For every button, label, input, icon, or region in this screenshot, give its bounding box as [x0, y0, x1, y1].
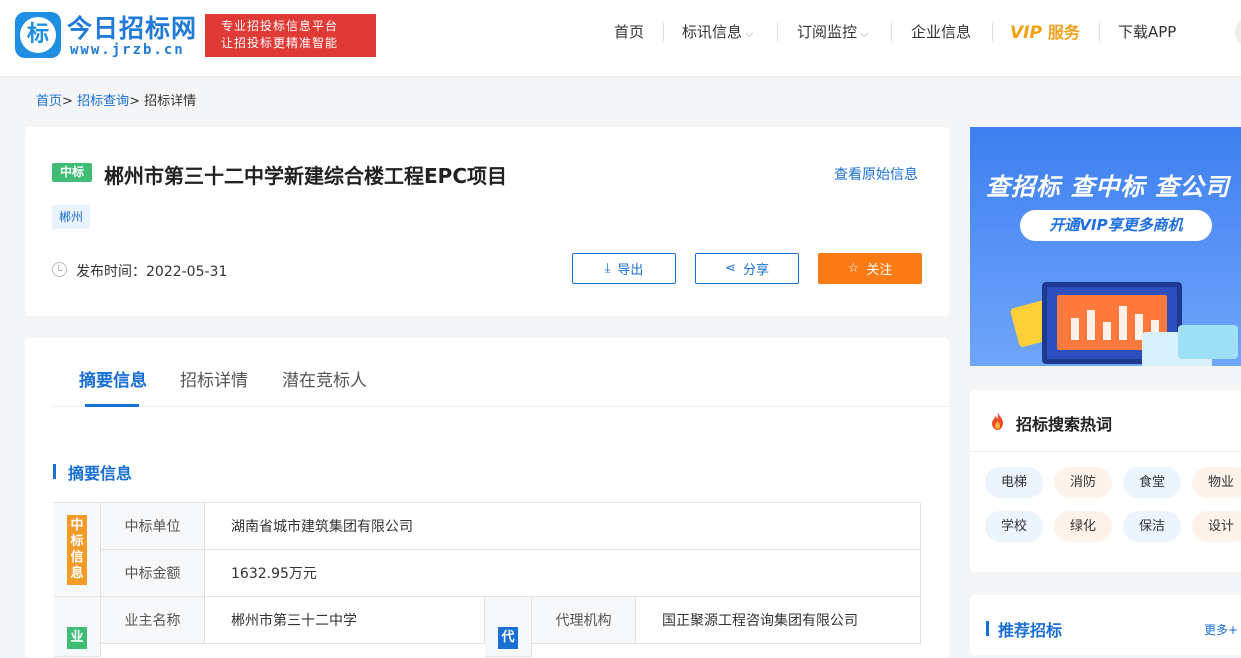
avatar[interactable]	[1235, 18, 1241, 48]
vip-promo-banner[interactable]: 查招标 查中标 查公司 开通VIP享更多商机	[970, 127, 1241, 366]
decor-panel-icon	[1178, 325, 1238, 359]
chevron-down-icon: ⌵	[745, 27, 754, 40]
share-label: 分享	[742, 263, 769, 278]
breadcrumb-current: 招标详情	[144, 94, 197, 109]
owner-value: 郴州市第三十二中学	[205, 597, 485, 644]
hot-keyword-chip[interactable]: 食堂	[1123, 467, 1181, 498]
nav-company[interactable]: 企业信息	[911, 21, 971, 42]
tender-content-card: 摘要信息 招标详情 潜在竞标人 摘要信息 中标信息 中标单位 湖南省城市建筑集团…	[25, 338, 949, 658]
agent-label: 代理机构	[532, 597, 636, 644]
hot-keyword-chip[interactable]: 消防	[1054, 467, 1112, 498]
owner-label: 业主名称	[101, 597, 205, 644]
banner-cta[interactable]: 开通VIP享更多商机	[1020, 210, 1212, 241]
agent-group-tag: 代	[498, 627, 518, 649]
decor-bar	[1087, 310, 1095, 340]
logo-icon[interactable]: 标	[15, 12, 61, 58]
vip-service-label: 服务	[1047, 23, 1080, 42]
nav-subscribe[interactable]: 订阅监控 ⌵	[797, 21, 868, 42]
nav-divider	[891, 23, 892, 41]
follow-label: 关注	[866, 263, 893, 278]
recommend-box: 推荐招标 更多+	[970, 595, 1241, 655]
hot-keyword-chip[interactable]: 电梯	[985, 467, 1043, 498]
tab-competitors[interactable]: 潜在竞标人	[282, 366, 367, 391]
tab-divider	[53, 406, 949, 407]
page-title: 郴州市第三十二中学新建综合楼工程EPC项目	[104, 164, 507, 188]
nav-divider	[1099, 23, 1100, 41]
download-icon: ⤓	[604, 261, 611, 276]
divider	[970, 451, 1241, 452]
hot-keywords-title: 招标搜索热词	[1016, 415, 1113, 434]
nav-home[interactable]: 首页	[614, 21, 644, 42]
summary-table: 中标信息 中标单位 湖南省城市建筑集团有限公司 中标金额 1632.95万元 业…	[53, 502, 921, 657]
recommend-more-link[interactable]: 更多+	[1204, 621, 1238, 638]
tab-summary[interactable]: 摘要信息	[79, 366, 147, 391]
slogan-line-1: 专业招投标信息平台	[221, 19, 339, 33]
follow-button[interactable]: ☆ 关注	[818, 253, 922, 284]
nav-divider	[777, 23, 778, 41]
owner-group-tag: 业	[67, 627, 87, 649]
breadcrumb: 首页> 招标查询> 招标详情	[36, 90, 196, 109]
star-icon: ☆	[847, 261, 860, 276]
clock-icon	[52, 262, 67, 277]
active-tab-indicator	[85, 404, 139, 407]
breadcrumb-home[interactable]: 首页	[36, 94, 62, 109]
breadcrumb-search[interactable]: 招标查询	[77, 94, 129, 109]
nav-vip-service[interactable]: VIP 服务	[1010, 19, 1080, 43]
tender-header-card: 中标 郴州市第三十二中学新建综合楼工程EPC项目 查看原始信息 郴州 发布时间：…	[25, 127, 949, 316]
status-badge: 中标	[52, 163, 92, 182]
share-button[interactable]: ⋖ 分享	[695, 253, 799, 284]
hot-keyword-chip[interactable]: 绿化	[1054, 511, 1112, 542]
region-tag[interactable]: 郴州	[52, 205, 90, 229]
hot-keyword-chip[interactable]: 保洁	[1123, 511, 1181, 542]
win-group-cell: 中标信息	[54, 503, 101, 597]
agent-value: 国正聚源工程咨询集团有限公司	[636, 597, 921, 644]
decor-bar	[1103, 322, 1111, 340]
nav-bid-info-label: 标讯信息	[682, 23, 743, 41]
recommend-title: 推荐招标	[998, 621, 1063, 640]
flame-icon	[992, 412, 1003, 430]
amount-label: 中标金额	[101, 550, 205, 597]
breadcrumb-separator: >	[62, 94, 73, 109]
winner-value: 湖南省城市建筑集团有限公司	[205, 503, 921, 550]
decor-bar	[1119, 306, 1127, 340]
hot-keywords-box: 招标搜索热词 电梯 消防 食堂 物业 学校 绿化 保洁 设计	[970, 390, 1241, 572]
nav-divider	[992, 23, 993, 41]
top-header: 标 今日招标网 www.jrzb.cn 专业招投标信息平台 让招投标更精准智能 …	[0, 0, 1241, 76]
win-group-tag: 中标信息	[67, 514, 87, 585]
section-title: 摘要信息	[53, 460, 132, 484]
hot-keyword-chip[interactable]: 学校	[985, 511, 1043, 542]
nav-subscribe-label: 订阅监控	[797, 23, 858, 41]
vip-word: VIP	[1010, 23, 1042, 43]
export-button[interactable]: ⤓ 导出	[572, 253, 676, 284]
nav-bid-info[interactable]: 标讯信息 ⌵	[682, 21, 753, 42]
tab-details[interactable]: 招标详情	[180, 366, 248, 391]
logo-domain: www.jrzb.cn	[70, 42, 185, 58]
logo-glyph: 标	[20, 17, 56, 53]
hot-keyword-chip[interactable]: 物业	[1192, 467, 1241, 498]
publish-label: 发布时间：	[76, 264, 146, 280]
owner-group-cell: 业	[54, 597, 101, 657]
agent-group-cell: 代	[485, 597, 532, 657]
slogan-banner: 专业招投标信息平台 让招投标更精准智能	[205, 14, 376, 57]
publish-date: 2022-05-31	[146, 264, 228, 280]
breadcrumb-separator: >	[129, 94, 140, 109]
view-original-link[interactable]: 查看原始信息	[834, 164, 918, 184]
slogan-line-2: 让招投标更精准智能	[221, 36, 339, 50]
export-label: 导出	[617, 263, 644, 278]
chevron-down-icon: ⌵	[860, 27, 869, 40]
logo-name[interactable]: 今日招标网	[67, 9, 197, 45]
amount-value: 1632.95万元	[205, 550, 921, 597]
nav-divider	[663, 23, 664, 41]
nav-download-app[interactable]: 下载APP	[1118, 21, 1176, 42]
section-marker	[986, 621, 989, 636]
winner-label: 中标单位	[101, 503, 205, 550]
publish-time: 发布时间：2022-05-31	[76, 261, 227, 281]
share-icon: ⋖	[725, 261, 736, 276]
hot-keyword-chip[interactable]: 设计	[1192, 511, 1241, 542]
decor-bar	[1071, 318, 1079, 340]
banner-headline: 查招标 查中标 查公司	[986, 173, 1230, 201]
